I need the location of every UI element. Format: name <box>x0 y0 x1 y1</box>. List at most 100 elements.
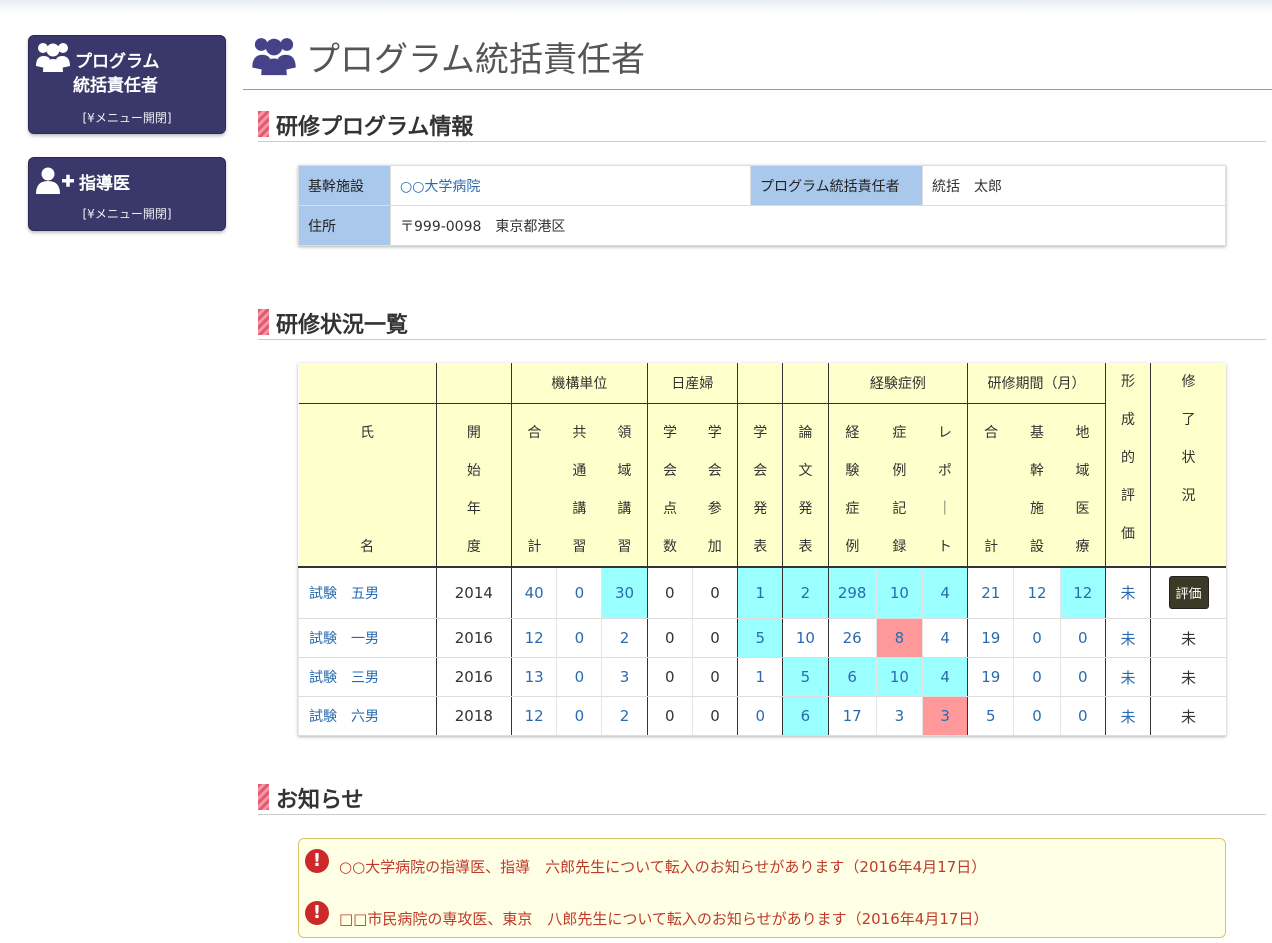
sidebar-title: 指導医 <box>79 174 130 194</box>
report[interactable]: 3 <box>921 696 968 736</box>
section-title: 研修状況一覧 <box>276 313 409 338</box>
address-label: 住所 <box>298 205 391 246</box>
trainee-name-link[interactable]: 試験 一男 <box>298 618 437 658</box>
presentation[interactable]: 5 <box>737 618 783 658</box>
kiko-field[interactable]: 30 <box>601 566 648 619</box>
presentation[interactable]: 0 <box>737 696 783 736</box>
paper[interactable]: 5 <box>782 657 829 697</box>
kiko-total[interactable]: 13 <box>511 657 557 697</box>
top-bar <box>0 0 1272 14</box>
header-kiko-common: 共通講習 <box>556 403 602 568</box>
section-header-status: 研修状況一覧 <box>258 306 1266 340</box>
period-local[interactable]: 12 <box>1059 566 1106 619</box>
case-records[interactable]: 10 <box>875 657 923 697</box>
period-base[interactable]: 12 <box>1013 566 1061 619</box>
header-report: レポ｜ト <box>922 403 968 568</box>
kiko-field[interactable]: 2 <box>601 618 648 658</box>
start-year: 2014 <box>435 566 512 619</box>
period-total[interactable]: 5 <box>967 696 1014 736</box>
base-facility-link[interactable]: ○○大学病院 <box>400 179 480 195</box>
menu-toggle-link[interactable]: [¥メニュー開閉] <box>29 205 225 222</box>
kiko-field[interactable]: 2 <box>601 696 648 736</box>
users-icon <box>251 34 297 82</box>
header-cell <box>435 363 512 404</box>
exp-cases[interactable]: 17 <box>827 696 877 736</box>
notice-text[interactable]: □□市民病院の専攻医、東京 八郎先生について転入のお知らせがあります（2016年… <box>339 908 988 929</box>
kiko-total[interactable]: 12 <box>511 696 557 736</box>
header-formative: 形成的評価 <box>1104 363 1151 568</box>
table-row: 試験 一男 2016 12 0 2 0 0 5 10 26 8 4 19 0 0… <box>298 618 1226 658</box>
paper[interactable]: 10 <box>782 618 829 658</box>
header-name: 氏 名 <box>298 403 437 568</box>
section-title: お知らせ <box>276 788 364 813</box>
report[interactable]: 4 <box>921 657 968 697</box>
kiko-common[interactable]: 0 <box>556 566 602 619</box>
trainee-name-link[interactable]: 試験 六男 <box>298 696 437 736</box>
formative-eval[interactable]: 未 <box>1104 657 1151 697</box>
period-base[interactable]: 0 <box>1013 657 1061 697</box>
period-total[interactable]: 21 <box>967 566 1014 619</box>
case-records[interactable]: 3 <box>875 696 923 736</box>
kiko-total[interactable]: 40 <box>511 566 557 619</box>
period-base[interactable]: 0 <box>1013 618 1061 658</box>
nis-points: 0 <box>646 566 693 619</box>
exp-cases[interactable]: 298 <box>827 566 877 619</box>
completion-cell: 評価 <box>1150 566 1226 619</box>
table-row: 試験 六男 2018 12 0 2 0 0 0 6 17 3 3 5 0 0 未… <box>298 696 1226 736</box>
address-value: 〒999-0098 東京都港区 <box>390 205 1226 246</box>
kiko-common[interactable]: 0 <box>556 657 602 697</box>
header-cell <box>737 363 783 404</box>
program-info-table: 基幹施設 ○○大学病院 プログラム統括責任者 統括 太郎 住所 〒999-009… <box>298 165 1226 246</box>
period-base[interactable]: 0 <box>1013 696 1061 736</box>
sidebar-menu-program-director[interactable]: プログラム 統括責任者 [¥メニュー開閉] <box>28 35 226 134</box>
section-marker <box>258 309 269 335</box>
notice-text[interactable]: ○○大学病院の指導医、指導 六郎先生について転入のお知らせがあります（2016年… <box>339 856 986 877</box>
formative-eval[interactable]: 未 <box>1104 696 1151 736</box>
header-period-base: 基幹施設 <box>1013 403 1061 568</box>
kiko-common[interactable]: 0 <box>556 696 602 736</box>
period-local[interactable]: 0 <box>1059 696 1106 736</box>
period-local[interactable]: 0 <box>1059 618 1106 658</box>
formative-eval[interactable]: 未 <box>1104 618 1151 658</box>
formative-eval[interactable]: 未 <box>1104 566 1151 619</box>
exp-cases[interactable]: 26 <box>827 618 877 658</box>
nis-points: 0 <box>646 657 693 697</box>
report[interactable]: 4 <box>921 566 968 619</box>
kiko-common[interactable]: 0 <box>556 618 602 658</box>
menu-toggle-link[interactable]: [¥メニュー開閉] <box>29 109 225 126</box>
start-year: 2016 <box>435 618 512 658</box>
header-cell <box>782 363 829 404</box>
period-local[interactable]: 0 <box>1059 657 1106 697</box>
kiko-field[interactable]: 3 <box>601 657 648 697</box>
kiko-total[interactable]: 12 <box>511 618 557 658</box>
notice-item[interactable]: ! ○○大学病院の指導医、指導 六郎先生について転入のお知らせがあります（201… <box>299 839 1225 891</box>
trainee-name-link[interactable]: 試験 五男 <box>298 566 437 619</box>
presentation[interactable]: 1 <box>737 566 783 619</box>
group-header-keiken: 経験症例 <box>827 363 968 404</box>
period-total[interactable]: 19 <box>967 618 1014 658</box>
paper[interactable]: 2 <box>782 566 829 619</box>
header-exp-cases: 経験症例 <box>827 403 877 568</box>
case-records[interactable]: 10 <box>875 566 923 619</box>
nis-attend: 0 <box>691 618 738 658</box>
users-icon <box>35 40 71 78</box>
exp-cases[interactable]: 6 <box>827 657 877 697</box>
director-value: 統括 太郎 <box>922 165 1226 206</box>
table-row: 試験 三男 2016 13 0 3 0 0 1 5 6 10 4 19 0 0 … <box>298 657 1226 697</box>
user-plus-icon <box>35 166 75 200</box>
sidebar-menu-instructor[interactable]: 指導医 [¥メニュー開閉] <box>28 157 226 231</box>
nis-points: 0 <box>646 696 693 736</box>
presentation[interactable]: 1 <box>737 657 783 697</box>
period-total[interactable]: 19 <box>967 657 1014 697</box>
nis-attend: 0 <box>691 657 738 697</box>
paper[interactable]: 6 <box>782 696 829 736</box>
report[interactable]: 4 <box>921 618 968 658</box>
trainee-name-link[interactable]: 試験 三男 <box>298 657 437 697</box>
nis-attend: 0 <box>691 696 738 736</box>
notice-item[interactable]: ! □□市民病院の専攻医、東京 八郎先生について転入のお知らせがあります（201… <box>299 891 1225 943</box>
header-period-local: 地域医療 <box>1060 403 1106 568</box>
case-records[interactable]: 8 <box>875 618 923 658</box>
evaluate-button[interactable]: 評価 <box>1168 576 1209 610</box>
start-year: 2018 <box>435 696 512 736</box>
header-kiko-field: 領域講習 <box>601 403 648 568</box>
